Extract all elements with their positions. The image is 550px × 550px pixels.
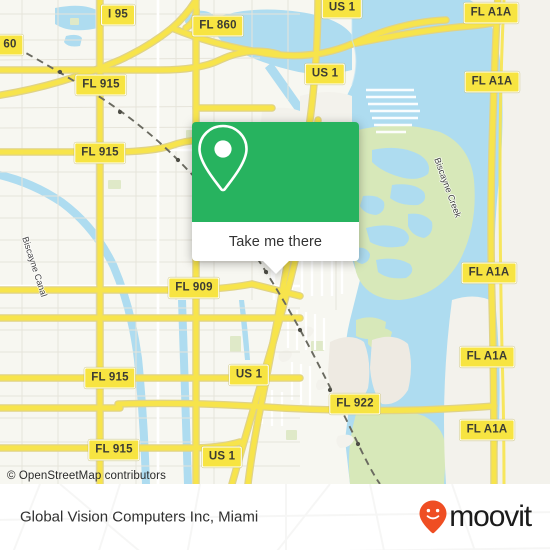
osm-attribution[interactable]: © OpenStreetMap contributors bbox=[7, 470, 166, 482]
popup-pointer bbox=[261, 260, 290, 274]
road-shield[interactable]: US 1 bbox=[321, 0, 363, 19]
moovit-brand[interactable]: moovit bbox=[418, 499, 532, 535]
road-shield[interactable]: 60 bbox=[0, 34, 24, 56]
road-shield[interactable]: FL 922 bbox=[329, 393, 381, 415]
popup-action-bar[interactable]: Take me there bbox=[192, 222, 359, 274]
footer-bar: Global Vision Computers Inc, Miami moovi… bbox=[0, 484, 550, 550]
road-shield[interactable]: FL 909 bbox=[168, 277, 220, 299]
map-canvas[interactable]: 60 I 95 FL 860 US 1 FL A1A FL 915 US 1 F… bbox=[0, 0, 550, 484]
road-shield[interactable]: FL 915 bbox=[88, 439, 140, 461]
road-shield[interactable]: FL A1A bbox=[463, 2, 519, 24]
road-shield[interactable]: FL A1A bbox=[464, 71, 520, 93]
road-shield[interactable]: FL 915 bbox=[84, 367, 136, 389]
road-shield[interactable]: FL 915 bbox=[74, 142, 126, 164]
map-pin-icon bbox=[198, 124, 248, 192]
road-shield[interactable]: FL A1A bbox=[459, 346, 515, 368]
road-shield[interactable]: US 1 bbox=[304, 63, 346, 85]
moovit-map-page: 60 I 95 FL 860 US 1 FL A1A FL 915 US 1 F… bbox=[0, 0, 550, 550]
road-shield[interactable]: FL 860 bbox=[192, 15, 244, 37]
road-shield[interactable]: FL A1A bbox=[459, 419, 515, 441]
road-shield[interactable]: FL 915 bbox=[75, 74, 127, 96]
location-popup-card[interactable]: Take me there bbox=[192, 122, 359, 274]
moovit-smiley-pin-icon bbox=[419, 500, 447, 534]
take-me-there-label: Take me there bbox=[228, 233, 323, 250]
road-shield[interactable]: I 95 bbox=[101, 4, 135, 26]
road-shield[interactable]: US 1 bbox=[201, 446, 243, 468]
moovit-wordmark: moovit bbox=[449, 500, 532, 533]
road-shield[interactable]: US 1 bbox=[228, 364, 270, 386]
popup-image-panel bbox=[192, 122, 359, 222]
place-title: Global Vision Computers Inc, Miami bbox=[20, 508, 259, 526]
road-shield[interactable]: FL A1A bbox=[461, 262, 517, 284]
